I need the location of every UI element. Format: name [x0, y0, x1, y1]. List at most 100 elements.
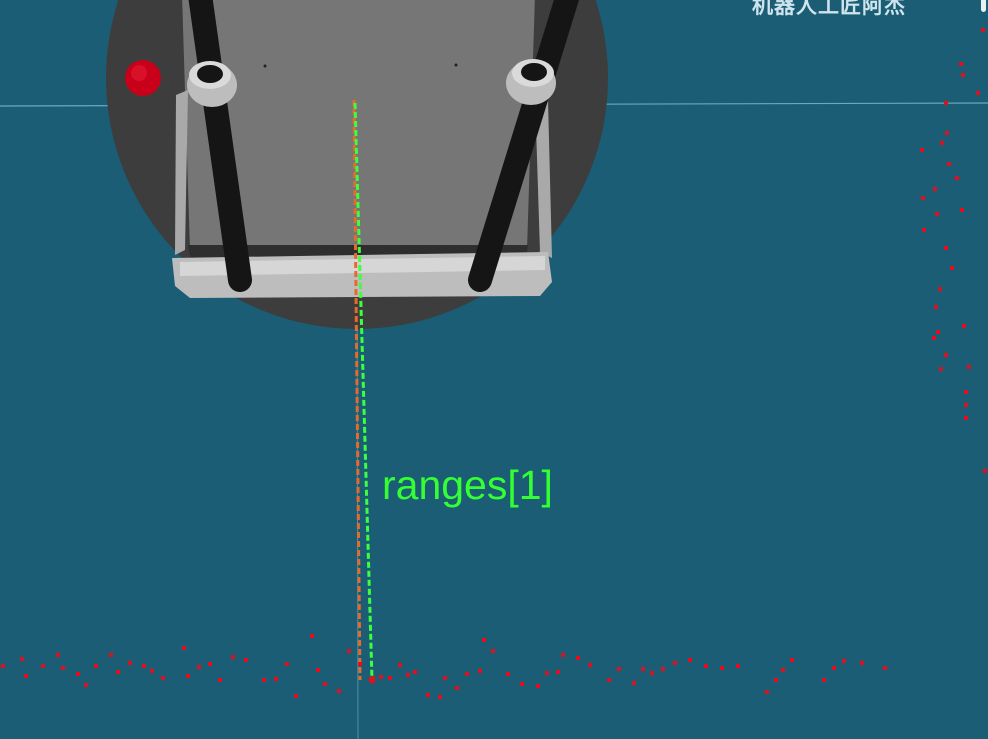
- scan-point: [964, 390, 968, 394]
- scan-point: [323, 682, 327, 686]
- scan-point: [465, 672, 469, 676]
- scan-point: [632, 681, 636, 685]
- scan-point: [947, 162, 951, 166]
- beam-label: ranges[1]: [382, 462, 553, 508]
- ray-endpoint-marker: [369, 677, 375, 683]
- scan-point: [244, 658, 248, 662]
- scan-point: [976, 91, 980, 95]
- scan-point: [959, 62, 963, 66]
- scan-point: [607, 678, 611, 682]
- scan-point: [506, 672, 510, 676]
- scan-point: [981, 28, 985, 32]
- scene-canvas: [0, 0, 988, 739]
- scan-point: [688, 658, 692, 662]
- scan-point: [883, 666, 887, 670]
- scan-point: [294, 694, 298, 698]
- scan-point: [310, 634, 314, 638]
- scan-point: [617, 667, 621, 671]
- scan-point: [938, 287, 942, 291]
- scan-point: [347, 649, 351, 653]
- scan-point: [967, 365, 971, 369]
- scan-point: [588, 663, 592, 667]
- scan-point: [576, 656, 580, 660]
- scan-point: [936, 330, 940, 334]
- scan-point: [443, 676, 447, 680]
- screw: [263, 64, 267, 68]
- scan-point: [790, 658, 794, 662]
- scan-point: [388, 676, 392, 680]
- scan-point: [556, 670, 560, 674]
- scan-point: [61, 666, 65, 670]
- scan-point: [961, 73, 965, 77]
- scan-point: [413, 670, 417, 674]
- scan-point: [94, 664, 98, 668]
- scan-point: [704, 664, 708, 668]
- scan-point: [945, 131, 949, 135]
- emergency-stop-highlight: [131, 65, 147, 81]
- scan-point: [822, 678, 826, 682]
- scan-point: [41, 664, 45, 668]
- scan-point: [950, 266, 954, 270]
- scan-point: [921, 196, 925, 200]
- scan-point: [536, 684, 540, 688]
- screw: [454, 63, 458, 67]
- scan-point: [186, 674, 190, 678]
- scan-point: [208, 662, 212, 666]
- scan-point: [406, 673, 410, 677]
- scan-point: [337, 689, 341, 693]
- scan-point: [128, 661, 132, 665]
- scan-point: [774, 678, 778, 682]
- scan-point: [1, 664, 5, 668]
- scan-point: [940, 141, 944, 145]
- watermark-text: 机器人工匠阿杰: [752, 0, 906, 18]
- scan-point: [482, 638, 486, 642]
- scan-point: [944, 101, 948, 105]
- scan-point: [736, 664, 740, 668]
- scan-point: [933, 187, 937, 191]
- scan-point: [964, 416, 968, 420]
- scan-point: [316, 668, 320, 672]
- scan-point: [358, 662, 362, 666]
- scan-point: [116, 670, 120, 674]
- scan-point: [964, 403, 968, 407]
- scan-point: [944, 353, 948, 357]
- scan-point: [520, 682, 524, 686]
- scan-point: [860, 661, 864, 665]
- scan-point: [491, 649, 495, 653]
- watermark-tab: [981, 0, 986, 12]
- scan-point: [934, 305, 938, 309]
- 3d-viewport[interactable]: 机器人工匠阿杰 ranges[1]: [0, 0, 988, 739]
- scan-point: [142, 664, 146, 668]
- scan-point: [944, 246, 948, 250]
- scan-point: [84, 683, 88, 687]
- scan-point: [960, 208, 964, 212]
- scan-point: [285, 662, 289, 666]
- scan-point: [218, 678, 222, 682]
- scan-point: [56, 653, 60, 657]
- scan-point: [920, 148, 924, 152]
- scan-point: [650, 671, 654, 675]
- scan-point: [781, 668, 785, 672]
- robot-model: [106, 0, 608, 329]
- scan-point: [983, 469, 987, 473]
- scan-point: [398, 663, 402, 667]
- scan-point: [939, 367, 943, 371]
- scan-point: [182, 646, 186, 650]
- scan-point: [197, 665, 201, 669]
- scan-point: [478, 669, 482, 673]
- scan-point: [379, 675, 383, 679]
- scan-point: [932, 336, 936, 340]
- scan-point: [545, 671, 549, 675]
- scan-point: [161, 676, 165, 680]
- scan-point: [262, 678, 266, 682]
- scan-point: [673, 661, 677, 665]
- scan-point: [109, 653, 113, 657]
- scan-point: [832, 666, 836, 670]
- scan-point: [962, 324, 966, 328]
- scan-point: [641, 667, 645, 671]
- scan-point: [661, 667, 665, 671]
- scan-point: [231, 655, 235, 659]
- scan-point: [935, 212, 939, 216]
- scan-point: [842, 659, 846, 663]
- scan-point: [426, 693, 430, 697]
